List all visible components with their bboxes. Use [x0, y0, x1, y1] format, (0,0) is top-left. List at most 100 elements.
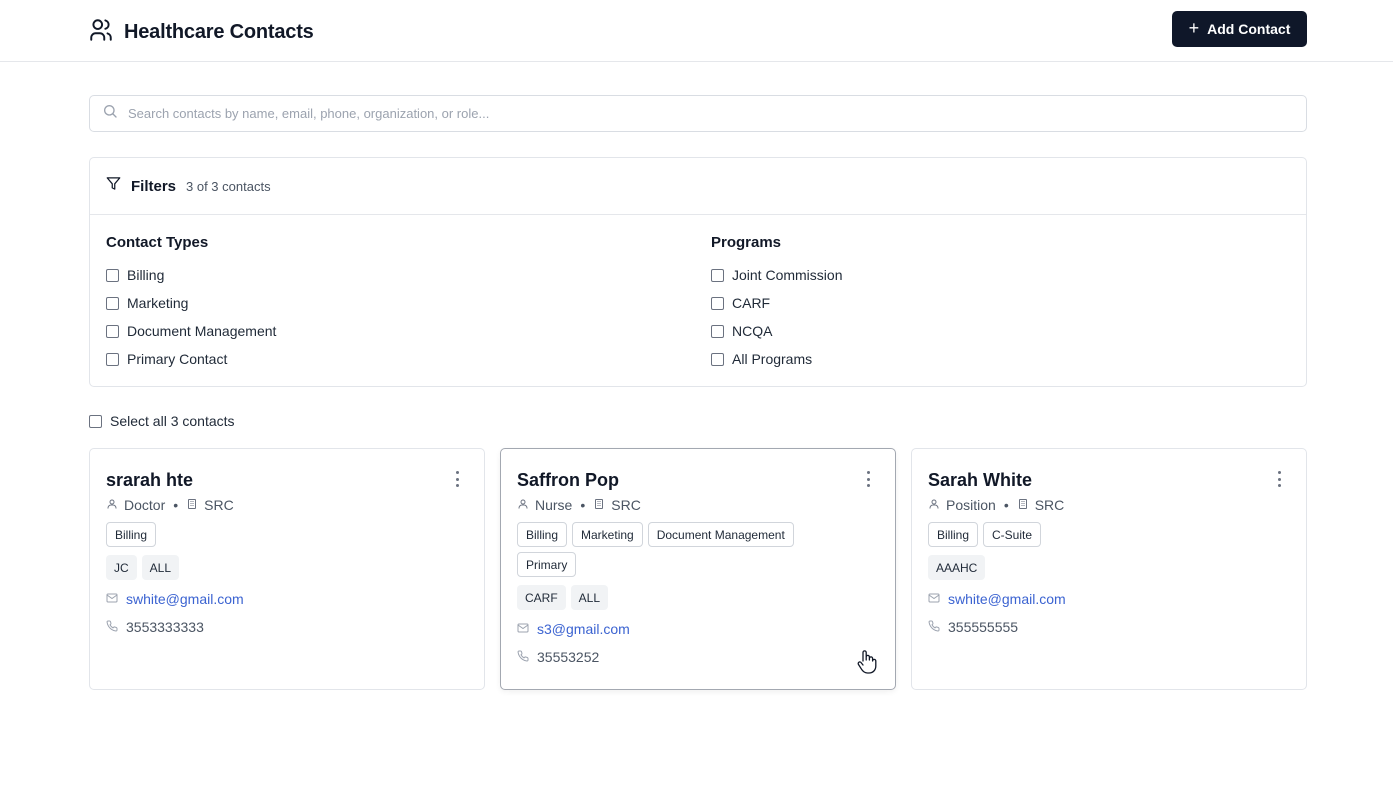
select-all-checkbox[interactable] — [89, 414, 102, 428]
checkbox[interactable] — [106, 324, 119, 338]
phone-row: 3553333333 — [106, 617, 468, 636]
contact-role: Doctor — [124, 497, 166, 513]
checkbox[interactable] — [711, 324, 724, 338]
add-contact-button[interactable]: + Add Contact — [1172, 11, 1307, 47]
contact-email-link[interactable]: swhite@gmail.com — [948, 591, 1066, 607]
page-title: Healthcare Contacts — [124, 21, 314, 43]
filter-option-document-management[interactable]: Document Management — [106, 317, 276, 345]
app-header: Healthcare Contacts + Add Contact — [0, 0, 1393, 62]
email-row: swhite@gmail.com — [928, 589, 1290, 608]
contact-type-tags: Billing C-Suite — [928, 522, 1268, 547]
filter-icon — [106, 176, 121, 196]
brand: Healthcare Contacts — [88, 17, 314, 48]
contact-email-link[interactable]: swhite@gmail.com — [126, 591, 244, 607]
contact-meta: Nurse • SRC — [517, 496, 879, 514]
programs-heading: Programs — [711, 234, 782, 251]
filters-header: Filters 3 of 3 contacts — [90, 158, 1306, 215]
search-bar — [89, 95, 1307, 132]
checkbox[interactable] — [711, 296, 724, 310]
contact-name: Sarah White — [928, 470, 1033, 490]
option-label: All Programs — [732, 351, 813, 367]
contact-organization: SRC — [611, 497, 641, 513]
more-options-icon[interactable] — [865, 471, 871, 487]
select-all-label: Select all 3 contacts — [110, 413, 235, 429]
program-tag: AAAHC — [928, 555, 986, 580]
program-tag: ALL — [570, 585, 609, 610]
program-tags: JC ALL — [106, 555, 468, 580]
filter-option-billing[interactable]: Billing — [106, 261, 276, 289]
contact-meta: Doctor • SRC — [106, 496, 468, 514]
contact-card[interactable]: Saffron Pop Nurse • SRC Billing Marketin… — [500, 448, 896, 690]
checkbox[interactable] — [106, 268, 119, 282]
contact-types-filter: Contact Types Billing Marketing Document… — [106, 234, 276, 373]
phone-row: 355555555 — [928, 617, 1290, 636]
meta-separator: • — [580, 497, 586, 513]
contact-meta: Position • SRC — [928, 496, 1290, 514]
meta-separator: • — [173, 497, 179, 513]
phone-icon — [106, 619, 118, 635]
plus-icon: + — [1188, 18, 1200, 38]
contact-role: Nurse — [535, 497, 573, 513]
mail-icon — [106, 591, 118, 607]
contact-name: srarah hte — [106, 470, 194, 490]
checkbox[interactable] — [106, 352, 119, 366]
option-label: Marketing — [127, 295, 189, 311]
building-icon — [1017, 497, 1029, 513]
more-options-icon[interactable] — [1276, 471, 1282, 487]
search-input[interactable] — [128, 106, 1278, 121]
person-icon — [517, 497, 529, 513]
building-icon — [593, 497, 605, 513]
option-label: Joint Commission — [732, 267, 843, 283]
contact-card[interactable]: Sarah White Position • SRC Billing C-Sui… — [911, 448, 1307, 690]
filter-option-marketing[interactable]: Marketing — [106, 289, 276, 317]
checkbox[interactable] — [711, 268, 724, 282]
type-tag: Primary — [517, 552, 577, 577]
filter-option-ncqa[interactable]: NCQA — [711, 317, 842, 345]
phone-icon — [928, 619, 940, 635]
search-icon — [102, 103, 118, 124]
filter-option-joint-commission[interactable]: Joint Commission — [711, 261, 842, 289]
type-tag: Billing — [106, 522, 157, 547]
users-icon — [88, 17, 114, 48]
filters-count: 3 of 3 contacts — [186, 178, 271, 194]
contact-phone: 355555555 — [948, 618, 1019, 635]
programs-filter: Programs Joint Commission CARF NCQA All … — [711, 234, 842, 373]
filters-title: Filters — [131, 177, 177, 195]
add-contact-label: Add Contact — [1207, 21, 1291, 37]
filter-option-carf[interactable]: CARF — [711, 289, 842, 317]
program-tags: CARF ALL — [517, 585, 879, 610]
filters-panel: Filters 3 of 3 contacts Contact Types Bi… — [89, 157, 1307, 387]
contact-role: Position — [946, 497, 996, 513]
checkbox[interactable] — [711, 352, 724, 366]
contact-phone: 3553333333 — [126, 618, 204, 635]
person-icon — [106, 497, 118, 513]
type-tag: Billing — [928, 522, 979, 547]
type-tag: Billing — [517, 522, 568, 547]
type-tag: Document Management — [647, 522, 794, 547]
more-options-icon[interactable] — [454, 471, 460, 487]
contact-organization: SRC — [1034, 497, 1065, 513]
program-tag: JC — [106, 555, 137, 580]
building-icon — [186, 497, 198, 513]
contact-type-tags: Billing Marketing Document Management Pr… — [517, 522, 857, 577]
option-label: NCQA — [732, 323, 773, 339]
contact-types-heading: Contact Types — [106, 234, 209, 251]
select-all-contacts[interactable]: Select all 3 contacts — [89, 413, 235, 429]
option-label: Primary Contact — [127, 351, 228, 367]
contact-organization: SRC — [204, 497, 234, 513]
contact-card[interactable]: srarah hte Doctor • SRC Billing JC ALL s… — [89, 448, 485, 690]
option-label: Billing — [127, 267, 165, 283]
filter-option-primary-contact[interactable]: Primary Contact — [106, 345, 276, 373]
mail-icon — [928, 591, 940, 607]
program-tag: ALL — [141, 555, 180, 580]
program-tags: AAAHC — [928, 555, 1290, 580]
type-tag: Marketing — [572, 522, 643, 547]
meta-separator: • — [1003, 497, 1009, 513]
hand-cursor-icon — [856, 648, 878, 676]
filter-option-all-programs[interactable]: All Programs — [711, 345, 842, 373]
mail-icon — [517, 621, 529, 637]
email-row: swhite@gmail.com — [106, 589, 468, 608]
contact-email-link[interactable]: s3@gmail.com — [537, 621, 630, 637]
checkbox[interactable] — [106, 296, 119, 310]
contact-name: Saffron Pop — [517, 470, 619, 490]
